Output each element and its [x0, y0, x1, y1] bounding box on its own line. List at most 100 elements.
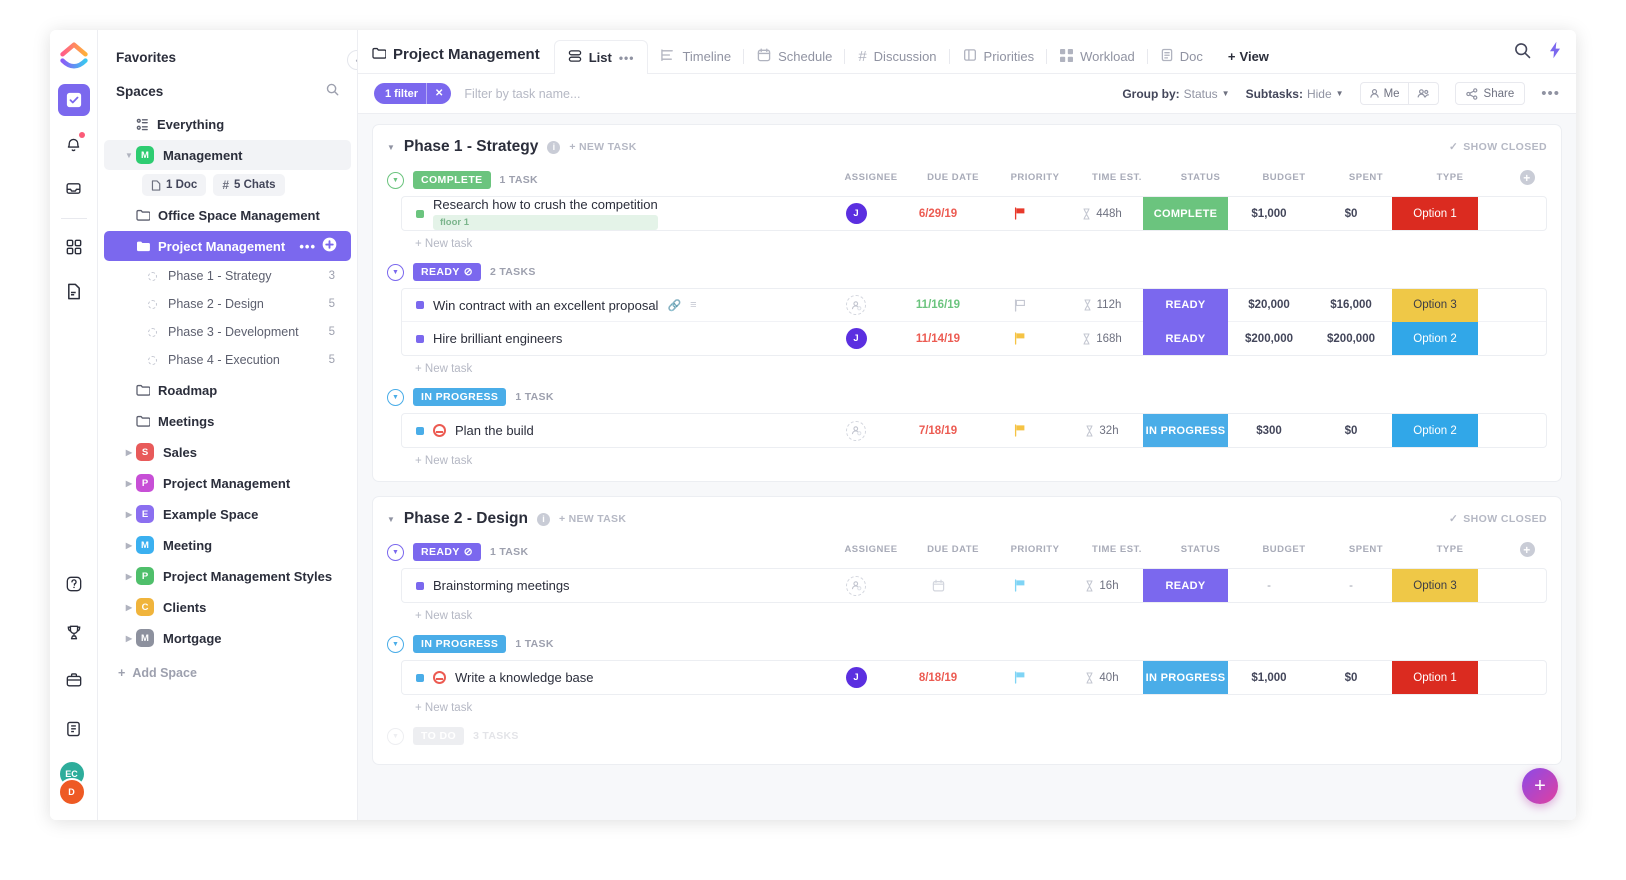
add-assignee-icon[interactable] [846, 575, 866, 596]
rail-item-dashboard[interactable] [58, 231, 90, 263]
status-cell[interactable]: READY [1143, 322, 1228, 355]
group-by-dropdown[interactable]: Group by: Status ▼ [1122, 87, 1229, 101]
status-badge[interactable]: IN PROGRESS [413, 635, 507, 653]
add-assignee-icon[interactable] [846, 295, 866, 315]
rail-item-inbox[interactable] [58, 172, 90, 204]
spent-cell[interactable]: $0 [1310, 208, 1392, 220]
due-date-cell[interactable]: 8/18/19 [897, 672, 979, 684]
chevron-right-icon[interactable]: ▶ [122, 510, 136, 519]
add-assignee-icon[interactable] [846, 420, 866, 441]
spent-cell[interactable]: $200,000 [1310, 333, 1392, 345]
status-cell[interactable]: READY [1143, 288, 1228, 322]
sidebar-space-mortgage[interactable]: ▶ M Mortgage [104, 623, 351, 653]
subtasks-dropdown[interactable]: Subtasks: Hide ▼ [1246, 87, 1344, 101]
filter-task-name-input[interactable]: Filter by task name... [464, 87, 580, 101]
user-avatars[interactable]: EC D [54, 760, 94, 814]
more-options-icon[interactable]: ••• [1541, 85, 1560, 102]
assignee-cell[interactable]: J [815, 667, 897, 688]
assignee-cell[interactable] [815, 575, 897, 596]
time-estimate-cell[interactable]: 112h [1061, 299, 1143, 311]
add-list-icon[interactable] [322, 237, 337, 255]
new-task-row[interactable]: + New task [373, 448, 1561, 469]
sidebar-space-example-space[interactable]: ▶ E Example Space [104, 499, 351, 529]
breadcrumb[interactable]: Project Management [372, 46, 540, 73]
task-name-cell[interactable]: Win contract with an excellent proposal … [402, 298, 815, 313]
show-closed-toggle[interactable]: ✓ SHOW CLOSED [1449, 513, 1547, 525]
chevron-down-icon[interactable]: ▼ [122, 151, 136, 160]
status-badge[interactable]: TO DO [413, 727, 465, 745]
tab-doc[interactable]: Doc [1148, 40, 1216, 73]
status-badge[interactable]: READY ⊘ [413, 263, 481, 281]
type-cell[interactable]: Option 2 [1392, 414, 1478, 447]
tab-more-icon[interactable]: ••• [619, 51, 635, 65]
new-task-link[interactable]: + NEW TASK [569, 141, 636, 153]
sidebar-space-project-management-styles[interactable]: ▶ P Project Management Styles [104, 561, 351, 591]
chevron-right-icon[interactable]: ▶ [122, 634, 136, 643]
clipboard-icon[interactable] [58, 712, 90, 744]
due-date-cell[interactable]: 6/29/19 [897, 208, 979, 220]
add-column-icon[interactable]: + [1519, 170, 1535, 185]
sidebar-space-meeting[interactable]: ▶ M Meeting [104, 530, 351, 560]
rail-item-tasks[interactable] [57, 84, 90, 116]
assignee-cell[interactable] [815, 420, 897, 441]
chevron-right-icon[interactable]: ▶ [122, 479, 136, 488]
task-name-cell[interactable]: Write a knowledge base [402, 670, 815, 685]
collapse-group-icon[interactable]: ▼ [387, 263, 404, 281]
time-estimate-cell[interactable]: 40h [1061, 672, 1143, 684]
status-badge[interactable]: READY ⊘ [413, 543, 481, 561]
filter-everyone-button[interactable] [1407, 83, 1438, 104]
collapse-group-icon[interactable]: ▼ [387, 635, 404, 653]
search-icon[interactable] [1514, 42, 1531, 64]
task-name-cell[interactable]: Hire brilliant engineers [402, 331, 815, 346]
show-closed-toggle[interactable]: ✓ SHOW CLOSED [1449, 141, 1547, 153]
time-estimate-cell[interactable]: 16h [1061, 580, 1143, 592]
trophy-icon[interactable] [58, 616, 90, 648]
time-estimate-cell[interactable]: 448h [1061, 208, 1143, 220]
budget-cell[interactable]: $200,000 [1228, 333, 1310, 345]
add-column-icon[interactable]: + [1519, 542, 1535, 557]
more-options-icon[interactable]: ••• [299, 239, 316, 254]
tab-schedule[interactable]: Schedule [744, 40, 846, 73]
priority-cell[interactable] [979, 671, 1061, 684]
due-date-cell[interactable]: 7/18/19 [897, 425, 979, 437]
tab-timeline[interactable]: Timeline [648, 40, 745, 73]
sidebar-item-office-space-management[interactable]: Office Space Management [104, 200, 351, 230]
avatar[interactable]: D [57, 778, 86, 806]
status-cell[interactable]: IN PROGRESS [1143, 661, 1228, 694]
collapse-group-icon[interactable]: ▼ [387, 543, 404, 561]
new-task-row[interactable]: + New task [373, 695, 1561, 716]
spent-cell[interactable]: - [1310, 580, 1392, 592]
tab-discussion[interactable]: # Discussion [845, 40, 950, 73]
create-new-button[interactable]: + [1522, 768, 1558, 804]
sidebar-item-meetings[interactable]: Meetings [104, 406, 351, 436]
attachment-icon[interactable]: 🔗 [667, 299, 681, 312]
sidebar-item-management[interactable]: ▼ M Management [104, 140, 351, 170]
assignee-cell[interactable] [815, 295, 897, 315]
budget-cell[interactable]: $20,000 [1228, 299, 1310, 311]
status-cell[interactable]: READY [1143, 569, 1228, 602]
due-date-cell[interactable] [897, 579, 979, 592]
add-space-button[interactable]: + Add Space [98, 654, 357, 680]
type-cell[interactable]: Option 3 [1392, 288, 1478, 322]
time-estimate-cell[interactable]: 32h [1061, 425, 1143, 437]
collapse-group-icon[interactable]: ▼ [387, 388, 404, 406]
new-task-link[interactable]: + NEW TASK [559, 513, 626, 525]
due-date-cell[interactable]: 11/14/19 [897, 333, 979, 345]
status-badge[interactable]: COMPLETE [413, 171, 491, 189]
status-badge[interactable]: IN PROGRESS [413, 388, 507, 406]
status-cell[interactable]: IN PROGRESS [1143, 414, 1228, 447]
add-view-button[interactable]: + View [1216, 40, 1279, 73]
spent-cell[interactable]: $0 [1310, 425, 1392, 437]
briefcase-icon[interactable] [58, 664, 90, 696]
sidebar-item-project-management[interactable]: Project Management ••• [104, 231, 351, 261]
clickup-logo-icon[interactable] [59, 40, 89, 74]
filter-count-pill[interactable]: 1 filter ✕ [374, 83, 452, 104]
task-name-cell[interactable]: Research how to crush the competition fl… [402, 197, 815, 230]
tab-priorities[interactable]: Priorities [950, 40, 1048, 73]
task-tag[interactable]: floor 1 [433, 215, 658, 230]
tab-list[interactable]: List ••• [553, 40, 649, 74]
tab-workload[interactable]: Workload [1047, 40, 1148, 73]
priority-cell[interactable] [979, 579, 1061, 592]
assignee-cell[interactable]: J [815, 203, 897, 224]
chevron-right-icon[interactable]: ▶ [122, 541, 136, 550]
